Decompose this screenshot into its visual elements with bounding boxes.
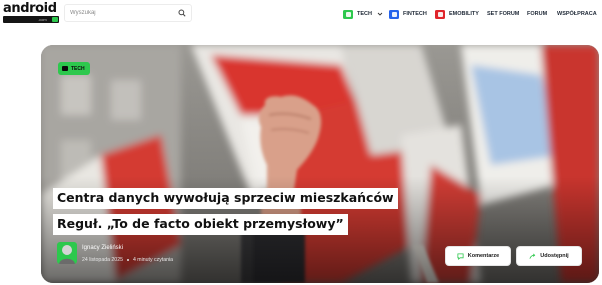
tech-tag-icon [62,66,68,71]
avatar[interactable] [57,242,77,264]
comments-button[interactable]: Komentarze [445,246,511,266]
share-button-label: Udostępnij [540,253,569,259]
article-meta: 24 listopada 2025 4 minuty czytania [82,257,173,263]
emobility-badge-icon [435,9,445,19]
logo-dot-icon [52,17,58,22]
nav-item-fintech[interactable]: FINTECH [389,8,427,20]
comment-icon [457,252,464,260]
top-navigation: android .com TECH FINTECH EMOBILITY SET … [0,0,602,28]
article-title-line-1[interactable]: Centra danych wywołują sprzeciw mieszkań… [53,188,398,209]
article-date: 24 listopada 2025 [82,257,123,263]
category-tag-label: TECH [71,65,85,72]
nav-item-wspolpraca[interactable]: WSPÓŁPRACA [557,8,597,20]
nav-item-wspolpraca-label: WSPÓŁPRACA [557,11,597,17]
hero-image [41,45,599,283]
search-box [64,4,192,22]
nav-item-fintech-label: FINTECH [403,11,427,17]
nav-item-set-forum-label: SET FORUM [487,11,520,17]
nav-item-forum-label: FORUM [527,11,548,17]
nav-item-tech[interactable]: TECH [343,8,383,20]
chevron-down-icon[interactable] [377,11,383,17]
category-tag[interactable]: TECH [58,62,90,75]
logo-bar: .com [3,16,59,23]
comments-button-label: Komentarze [467,253,500,259]
search-icon[interactable] [178,9,186,17]
site-logo[interactable]: android .com [3,1,59,24]
search-input[interactable] [70,7,170,19]
share-icon [529,253,536,259]
nav-item-set-forum[interactable]: SET FORUM [487,8,519,20]
hero-article[interactable]: TECH Centra danych wywołują sprzeciw mie… [41,45,599,283]
nav-item-forum[interactable]: FORUM [527,8,547,20]
tech-badge-icon [343,9,353,19]
fintech-badge-icon [389,9,399,19]
article-title-line-2[interactable]: Reguł. „To de facto obiekt przemysłowy” [53,214,348,235]
reading-time: 4 minuty czytania [132,257,174,263]
share-button[interactable]: Udostępnij [516,246,582,266]
logo-text: android [3,1,57,16]
author-name[interactable]: Ignacy Zieliński [82,245,123,251]
logo-sub: .com [38,17,47,22]
nav-item-emobility[interactable]: EMOBILITY [435,8,479,20]
nav-item-tech-label: TECH [357,11,372,17]
author-photo-icon [59,245,75,264]
separator-dot-icon [126,259,129,261]
nav-item-emobility-label: EMOBILITY [449,11,479,17]
